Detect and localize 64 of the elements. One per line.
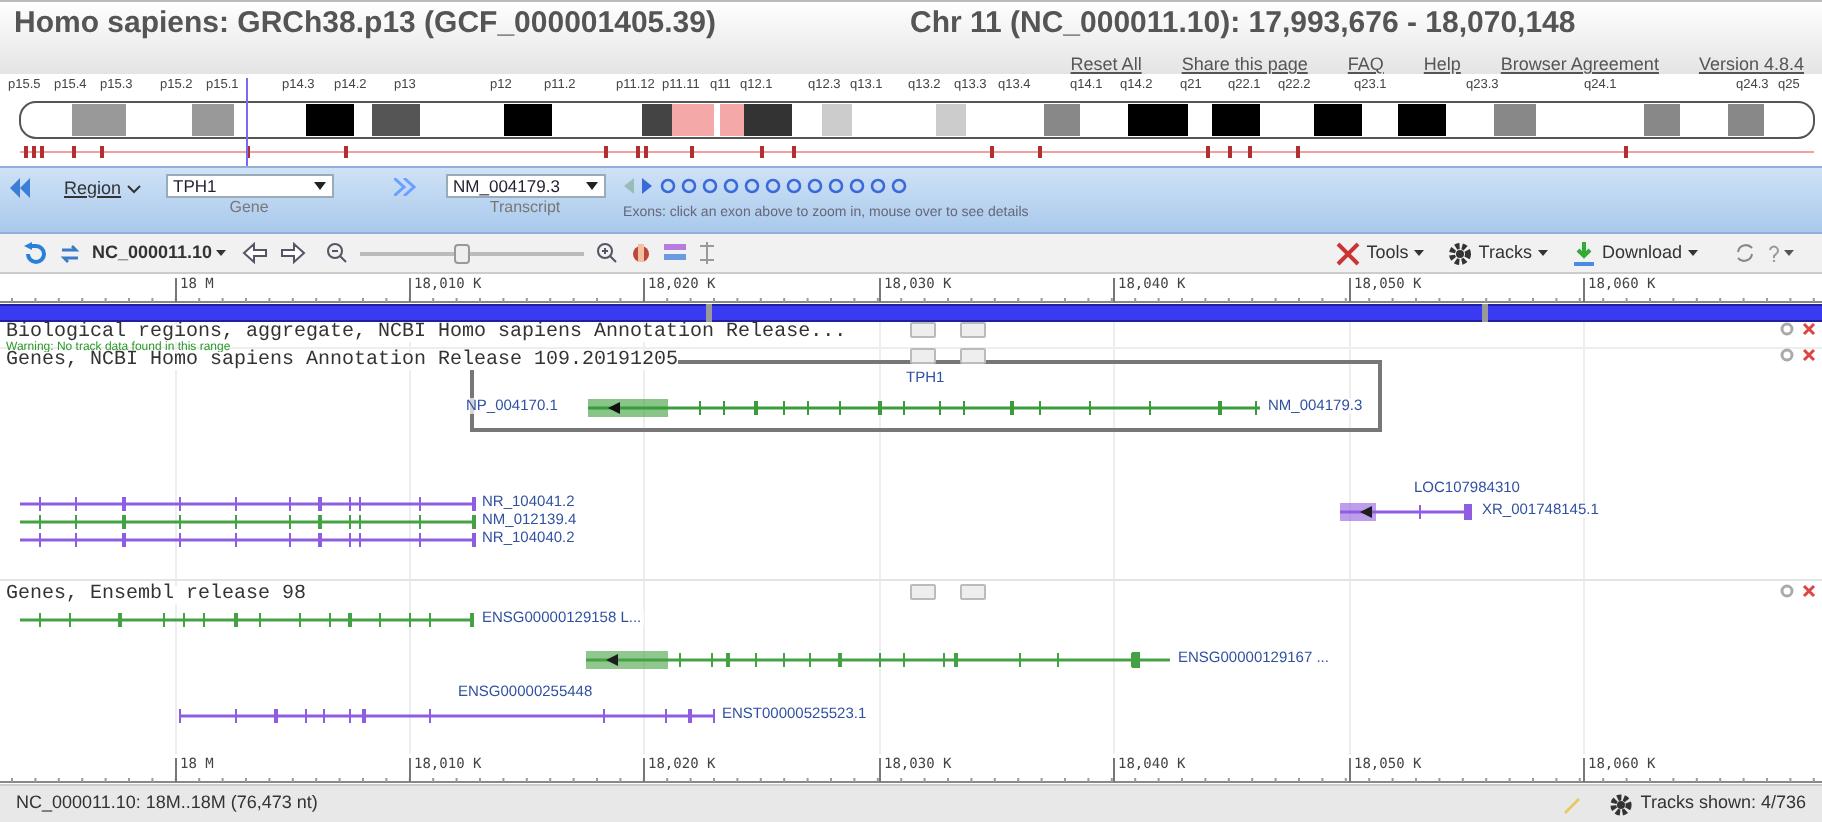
caret-icon	[125, 183, 142, 196]
question-icon	[1768, 244, 1780, 262]
forward-icon[interactable]	[393, 178, 416, 196]
caret-icon	[1537, 250, 1548, 256]
pan-right-icon[interactable]	[280, 242, 307, 264]
header-link[interactable]: Browser Agreement	[1500, 52, 1659, 79]
location-title: Chr 11 (NC_000011.10): 17,993,676 - 18,070,148	[910, 3, 1576, 43]
close-icon[interactable]	[1802, 322, 1816, 336]
track-settings-button[interactable]	[910, 322, 936, 338]
gear-icon	[1448, 241, 1473, 265]
slider-thumb[interactable]	[453, 243, 470, 263]
zoom-in-icon[interactable]	[596, 242, 619, 264]
track-title: Genes, NCBI Homo sapiens Annotation Release 109.20191205	[6, 352, 679, 370]
menu-button[interactable]: Tracks	[1448, 239, 1548, 267]
download-icon	[1571, 241, 1596, 265]
dropdown[interactable]: TPH1	[165, 174, 334, 198]
track-settings-button[interactable]	[910, 584, 936, 600]
sequence-dropdown[interactable]: NC_000011.10	[92, 239, 227, 267]
columns-icon[interactable]	[664, 242, 687, 264]
caret-icon	[1784, 250, 1794, 256]
pan-left-icon[interactable]	[242, 242, 269, 264]
markers-icon[interactable]	[630, 242, 653, 264]
menu-button[interactable]: Download	[1571, 239, 1698, 267]
close-icon[interactable]	[1802, 584, 1816, 598]
field-caption: Transcript	[489, 198, 561, 218]
gap-marker	[706, 304, 712, 322]
ideogram-drawing[interactable]	[19, 101, 1815, 139]
gear-icon[interactable]	[1780, 584, 1794, 598]
menu-button[interactable]: Tools	[1336, 239, 1425, 267]
sync-icon[interactable]	[60, 243, 80, 263]
organism-title: Homo sapiens: GRCh38.p13 (GCF_000001405.39)	[14, 3, 718, 43]
gene-model[interactable]	[1340, 503, 1472, 521]
header-link[interactable]: Version 4.8.4	[1698, 52, 1804, 79]
caret-icon	[216, 250, 227, 256]
track-title: Biological regions, aggregate, NCBI Homo sapiens Annotation Release...	[6, 324, 847, 342]
header-link[interactable]: Help	[1423, 52, 1461, 79]
help-button[interactable]	[1768, 244, 1794, 262]
next-exon-icon[interactable]	[641, 177, 652, 193]
gear-icon	[1610, 793, 1633, 815]
header-link[interactable]: FAQ	[1347, 52, 1384, 79]
back-icon[interactable]	[24, 242, 48, 264]
region-link[interactable]: Region	[64, 176, 122, 203]
caret-icon	[1414, 250, 1425, 256]
caret-icon	[1688, 250, 1698, 256]
track-title: Genes, Ensembl release 98	[6, 586, 307, 604]
gap-marker	[1482, 304, 1488, 322]
fit-icon[interactable]	[698, 242, 717, 264]
track-info-button[interactable]	[960, 348, 986, 364]
close-icon[interactable]	[1802, 348, 1816, 362]
header-link[interactable]: Reset All	[1070, 52, 1142, 79]
dropdown[interactable]: NM_004179.3	[445, 174, 606, 198]
tools-icon	[1336, 241, 1361, 265]
caret-icon	[585, 182, 598, 190]
field-caption: Gene	[229, 198, 269, 218]
zoom-out-icon[interactable]	[326, 242, 349, 264]
tracks-shown-button[interactable]: Tracks shown: 4/736	[1610, 790, 1806, 818]
rewind-icon[interactable]	[10, 178, 30, 198]
header-link[interactable]: Share this page	[1181, 52, 1308, 79]
caret-icon	[313, 182, 326, 190]
track-info-button[interactable]	[960, 584, 986, 600]
track-info-button[interactable]	[960, 322, 986, 338]
status-location: NC_000011.10: 18M..18M (76,473 nt)	[16, 790, 318, 817]
refresh-icon[interactable]	[1734, 242, 1756, 264]
track-settings-button[interactable]	[910, 348, 936, 364]
